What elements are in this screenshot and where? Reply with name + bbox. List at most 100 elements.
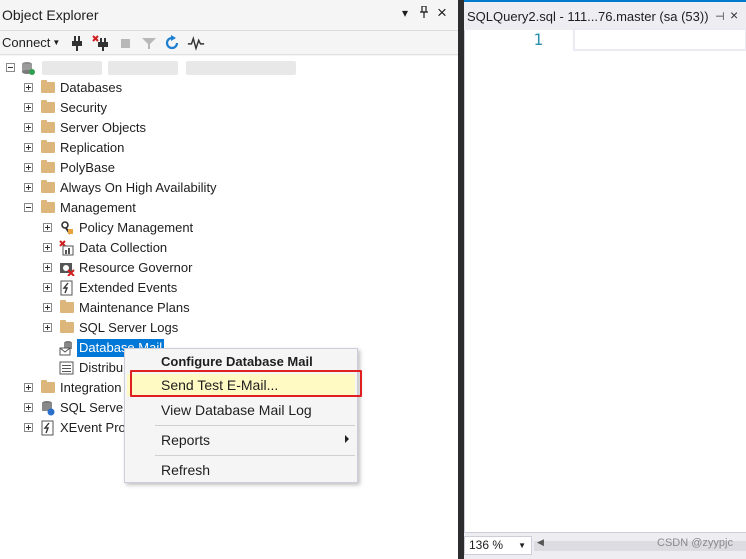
expand-toggle-icon[interactable] — [24, 383, 33, 392]
extended-events-icon — [60, 280, 73, 296]
folder-icon — [60, 300, 74, 313]
tree-item-label: Data Collection — [79, 240, 168, 255]
tree-item-polybase[interactable]: PolyBase — [0, 158, 300, 178]
tree-item-label: Policy Management — [79, 220, 194, 235]
menu-item-refresh[interactable]: Refresh — [127, 459, 355, 481]
collapse-toggle-icon[interactable] — [6, 63, 15, 72]
tree-item-label: Always On High Availability — [60, 180, 217, 195]
object-explorer-toolbar: Connect ▼ — [0, 31, 458, 55]
tree-item-always-on[interactable]: Always On High Availability — [0, 178, 300, 198]
expand-toggle-icon[interactable] — [24, 183, 33, 192]
watermark: CSDN @zyypjc — [657, 537, 733, 549]
expand-toggle-icon[interactable] — [24, 163, 33, 172]
chevron-down-icon: ▼ — [52, 38, 61, 47]
filter-icon[interactable] — [140, 34, 158, 52]
database-mail-icon — [59, 341, 72, 356]
expand-toggle-icon[interactable] — [43, 243, 52, 252]
tree-item-label: Resource Governor — [79, 260, 193, 275]
tree-item-databases[interactable]: Databases — [0, 78, 300, 98]
tree-item-security[interactable]: Security — [0, 98, 300, 118]
tab-close-icon[interactable]: × — [730, 7, 738, 23]
zoom-value: 136 % — [469, 538, 504, 552]
disconnect-plug-icon[interactable] — [92, 34, 110, 52]
tree-item-data-collection[interactable]: Data Collection — [0, 238, 300, 258]
menu-separator — [155, 455, 355, 456]
expand-toggle-icon[interactable] — [24, 123, 33, 132]
tree-item-management[interactable]: Management — [0, 198, 300, 218]
menu-item-view-database-mail-log[interactable]: View Database Mail Log — [127, 399, 355, 421]
activity-monitor-icon[interactable] — [187, 34, 205, 52]
tree-item-label: Extended Events — [79, 280, 178, 295]
resource-governor-icon — [60, 263, 75, 276]
tree-item-label: Replication — [60, 140, 125, 155]
close-pane-icon[interactable]: × — [437, 3, 447, 23]
menu-item-configure-database-mail[interactable]: Configure Database Mail — [127, 351, 355, 373]
tree-item-extended-events[interactable]: Extended Events — [0, 278, 300, 298]
editor-tab-label: SQLQuery2.sql - 111...76.master (sa (53)… — [467, 9, 709, 24]
server-icon — [22, 62, 35, 75]
data-collection-icon — [59, 240, 74, 256]
expand-toggle-icon[interactable] — [43, 223, 52, 232]
object-explorer-tree: Databases Security Server Objects Replic… — [0, 56, 458, 559]
editor-margin — [465, 30, 498, 532]
expand-toggle-icon[interactable] — [43, 323, 52, 332]
tree-item-sql-server-logs[interactable]: SQL Server Logs — [0, 318, 300, 338]
menu-item-send-test-email[interactable]: Send Test E-Mail... — [127, 374, 355, 396]
connect-plug-icon[interactable] — [68, 34, 86, 52]
tree-item-label: Management — [60, 200, 136, 215]
tree-item-label: Security — [60, 100, 107, 115]
expand-toggle-icon[interactable] — [24, 423, 33, 432]
tree-item-label: Maintenance Plans — [79, 300, 190, 315]
auto-hide-pin-icon[interactable] — [419, 5, 429, 21]
tree-item-replication[interactable]: Replication — [0, 138, 300, 158]
tree-item-label: Server Objects — [60, 120, 146, 135]
connect-label: Connect — [2, 35, 51, 50]
connect-dropdown-button[interactable]: Connect ▼ — [2, 35, 60, 50]
current-line-highlight — [573, 28, 746, 51]
tree-item-label: Databases — [60, 80, 123, 95]
xevent-profiler-icon — [41, 420, 54, 436]
expand-toggle-icon[interactable] — [24, 403, 33, 412]
query-editor[interactable]: 1 — [464, 28, 746, 532]
menu-item-label: Send Test E-Mail... — [161, 377, 279, 393]
server-root-node[interactable] — [0, 58, 320, 78]
menu-item-label: Configure Database Mail — [161, 354, 313, 369]
expand-toggle-icon[interactable] — [24, 103, 33, 112]
folder-icon — [41, 120, 55, 133]
folder-icon — [41, 160, 55, 173]
line-number: 1 — [533, 30, 543, 49]
tree-item-policy-management[interactable]: Policy Management — [0, 218, 300, 238]
folder-icon — [41, 100, 55, 113]
collapse-toggle-icon[interactable] — [24, 203, 33, 212]
distributed-transaction-icon — [59, 361, 74, 375]
expand-toggle-icon[interactable] — [24, 83, 33, 92]
window-position-dropdown-icon[interactable]: ▾ — [402, 6, 408, 20]
folder-icon — [41, 180, 55, 193]
menu-item-reports[interactable]: Reports — [127, 429, 355, 451]
folder-icon — [41, 200, 55, 213]
redacted-server-name — [186, 61, 296, 75]
folder-icon — [60, 320, 74, 333]
scroll-left-arrow-icon[interactable]: ◀ — [537, 537, 544, 548]
policy-icon — [61, 221, 73, 235]
tree-item-resource-governor[interactable]: Resource Governor — [0, 258, 300, 278]
stop-icon[interactable] — [117, 34, 135, 52]
expand-toggle-icon[interactable] — [24, 143, 33, 152]
chevron-down-icon: ▼ — [518, 541, 526, 550]
object-explorer-title-bar: Object Explorer ▾ × — [0, 0, 458, 31]
refresh-icon[interactable] — [163, 34, 181, 52]
zoom-dropdown[interactable]: 136 % ▼ — [464, 536, 532, 555]
redacted-server-name — [108, 61, 178, 75]
tab-pin-icon[interactable]: ⊣ — [715, 10, 725, 23]
tree-item-server-objects[interactable]: Server Objects — [0, 118, 300, 138]
expand-toggle-icon[interactable] — [43, 283, 52, 292]
tree-item-label: Integration — [60, 380, 122, 395]
object-explorer-title: Object Explorer — [2, 7, 99, 23]
sql-agent-icon — [42, 401, 55, 416]
expand-toggle-icon[interactable] — [43, 303, 52, 312]
tree-item-maintenance-plans[interactable]: Maintenance Plans — [0, 298, 300, 318]
editor-tab-sqlquery2[interactable]: SQLQuery2.sql - 111...76.master (sa (53)… — [464, 0, 746, 30]
folder-icon — [41, 140, 55, 153]
expand-toggle-icon[interactable] — [43, 263, 52, 272]
redacted-server-name — [42, 61, 102, 75]
